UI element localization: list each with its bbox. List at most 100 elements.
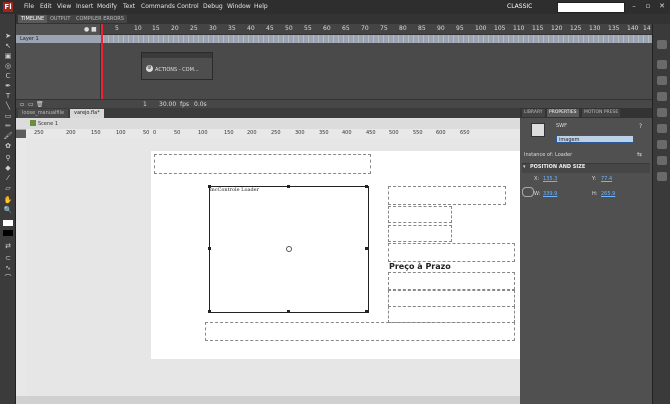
text-field[interactable] — [388, 206, 452, 223]
color-panel-icon[interactable] — [657, 60, 667, 69]
swap-colors-icon[interactable]: ⇄ — [3, 242, 13, 250]
menu-text[interactable]: Text — [123, 3, 135, 10]
text-field[interactable] — [388, 243, 515, 262]
tab-properties[interactable]: PROPERTIES — [547, 109, 579, 117]
tab-output[interactable]: OUTPUT — [47, 15, 74, 23]
breadcrumb-scene[interactable]: Scene 1 — [38, 121, 58, 127]
transform-handle[interactable] — [208, 185, 211, 188]
eraser-icon[interactable]: ▱ — [3, 184, 13, 192]
help-search-input[interactable] — [557, 2, 625, 13]
menu-debug[interactable]: Debug — [203, 3, 223, 10]
position-size-heading[interactable]: POSITION AND SIZE — [530, 164, 585, 170]
straighten-icon[interactable]: ⌒ — [3, 274, 13, 282]
new-layer-icon[interactable]: ▫ — [20, 101, 24, 108]
w-value[interactable]: 339.9 — [543, 191, 557, 197]
text-tool-icon[interactable]: T — [3, 92, 13, 100]
text-field[interactable] — [388, 272, 515, 290]
paint-bucket-icon[interactable]: ◆ — [3, 164, 13, 172]
instance-name-input[interactable]: imagem — [556, 135, 634, 143]
menu-view[interactable]: View — [57, 3, 71, 10]
menu-file[interactable]: File — [24, 3, 34, 10]
eye-icon[interactable]: ● — [84, 26, 89, 33]
menu-edit[interactable]: Edit — [40, 3, 52, 10]
text-field[interactable] — [388, 225, 452, 242]
menu-insert[interactable]: Insert — [76, 3, 93, 10]
bone-icon[interactable]: ⚲ — [3, 154, 13, 162]
link-constrain-icon[interactable] — [522, 187, 534, 197]
rectangle-tool-icon[interactable]: ▭ — [3, 112, 13, 120]
actions-minimized-panel[interactable]: ⚙ ACTIONS - COM... — [141, 52, 213, 80]
selection-tool-icon[interactable]: ➤ — [3, 32, 13, 40]
menu-modify[interactable]: Modify — [97, 3, 117, 10]
horizontal-scrollbar[interactable] — [16, 396, 520, 404]
minimize-icon[interactable]: – — [629, 2, 639, 11]
transform-handle[interactable] — [365, 310, 368, 313]
smooth-icon[interactable]: ∿ — [3, 264, 13, 272]
eyedropper-icon[interactable]: ⁄ — [3, 174, 13, 182]
motion-editor-icon[interactable] — [657, 172, 667, 181]
snap-to-objects-icon[interactable]: ⊂ — [3, 254, 13, 262]
components-panel-icon[interactable] — [657, 124, 667, 133]
text-field[interactable] — [388, 306, 515, 323]
brush-icon[interactable]: 🖌 — [3, 132, 13, 140]
y-value[interactable]: 77.4 — [601, 176, 612, 182]
swap-symbol-icon[interactable]: ⇆ — [637, 151, 642, 158]
tab-compiler-errors[interactable]: COMPILER ERRORS — [73, 15, 127, 23]
maximize-icon[interactable]: ▫ — [643, 2, 653, 11]
h-value[interactable]: 265.9 — [601, 191, 615, 197]
subselection-tool-icon[interactable]: ↖ — [3, 42, 13, 50]
transform-handle[interactable] — [208, 310, 211, 313]
text-field-title[interactable] — [154, 154, 371, 174]
transform-point[interactable] — [286, 246, 292, 252]
line-tool-icon[interactable]: ╲ — [3, 102, 13, 110]
frame-cells[interactable] — [103, 35, 652, 43]
align-panel-icon[interactable] — [657, 40, 667, 49]
library-panel-icon[interactable] — [657, 140, 667, 149]
transform-handle[interactable] — [208, 247, 211, 250]
text-field[interactable] — [388, 186, 506, 205]
playhead[interactable] — [101, 24, 103, 108]
lock-icon[interactable]: ■ — [91, 26, 97, 33]
menu-control[interactable]: Control — [177, 3, 199, 10]
hand-tool-icon[interactable]: ✋ — [3, 196, 13, 204]
menu-commands[interactable]: Commands — [141, 3, 175, 10]
actions-panel-header[interactable] — [142, 53, 212, 58]
tab-document-1[interactable]: loose_manualfile — [18, 109, 69, 118]
history-panel-icon[interactable] — [657, 156, 667, 165]
fill-color-icon[interactable] — [3, 230, 13, 236]
tab-document-2[interactable]: varejo.fla* — [70, 109, 104, 118]
info-panel-icon[interactable] — [657, 92, 667, 101]
new-folder-icon[interactable]: ▭ — [28, 101, 34, 108]
text-field[interactable] — [388, 290, 515, 307]
3d-rotation-icon[interactable]: ◎ — [3, 62, 13, 70]
pencil-icon[interactable]: ✏ — [3, 122, 13, 130]
tab-library[interactable]: LIBRARY — [522, 109, 545, 117]
pen-icon[interactable]: ✒ — [3, 82, 13, 90]
text-field-footer[interactable] — [205, 322, 515, 341]
workspace-switcher[interactable]: CLASSIC — [507, 3, 532, 10]
transform-handle[interactable] — [287, 310, 290, 313]
help-icon[interactable]: ? — [639, 123, 642, 130]
lasso-icon[interactable]: ᑕ — [3, 72, 13, 80]
frame-rate[interactable]: 30.00 — [159, 101, 176, 108]
collapse-icon[interactable]: ▾ — [523, 164, 526, 170]
menu-help[interactable]: Help — [254, 3, 268, 10]
zoom-tool-icon[interactable]: 🔍 — [3, 206, 13, 214]
layer-name[interactable]: Layer 1 — [20, 36, 39, 42]
swatches-panel-icon[interactable] — [657, 76, 667, 85]
x-value[interactable]: 135.3 — [543, 176, 557, 182]
transform-handle[interactable] — [287, 185, 290, 188]
tab-motion-presets[interactable]: MOTION PRESE — [582, 109, 621, 117]
free-transform-icon[interactable]: ▣ — [3, 52, 13, 60]
ruler-number: 350 — [319, 130, 329, 136]
menu-window[interactable]: Window — [227, 3, 251, 10]
deco-icon[interactable]: ✿ — [3, 142, 13, 150]
transform-handle[interactable] — [365, 185, 368, 188]
delete-layer-icon[interactable]: 🗑 — [36, 101, 44, 108]
tab-timeline[interactable]: TIMELINE — [18, 15, 48, 23]
ruler-number: 50 — [143, 130, 150, 136]
transform-handle[interactable] — [365, 247, 368, 250]
stroke-color-icon[interactable] — [3, 220, 13, 226]
transform-panel-icon[interactable] — [657, 108, 667, 117]
close-icon[interactable]: ✕ — [657, 2, 667, 11]
